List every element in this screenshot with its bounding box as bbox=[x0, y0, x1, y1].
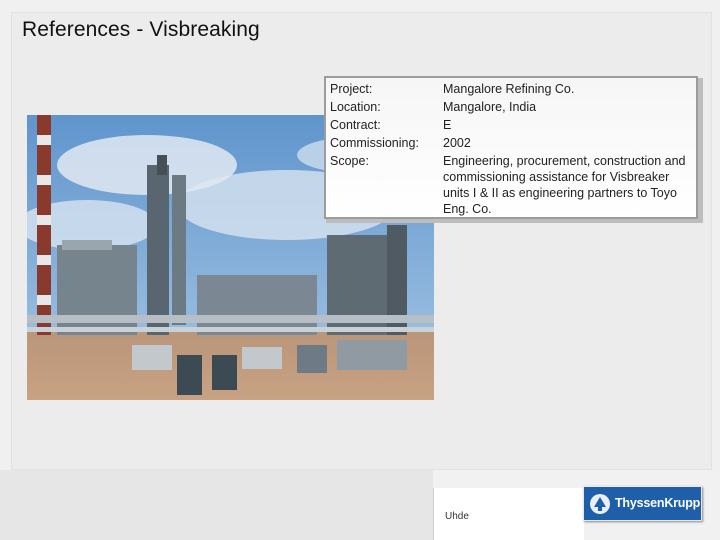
uhde-label: Uhde bbox=[445, 511, 469, 522]
footer-left-panel bbox=[0, 470, 433, 540]
value-commissioning: 2002 bbox=[443, 136, 471, 150]
thyssenkrupp-emblem-icon bbox=[590, 494, 610, 514]
thyssenkrupp-logo: ThyssenKrupp bbox=[583, 486, 702, 521]
value-scope: Engineering, procurement, construction a… bbox=[443, 154, 686, 216]
slide-title: References - Visbreaking bbox=[22, 18, 260, 41]
label-scope: Scope: bbox=[330, 154, 369, 168]
label-contract: Contract: bbox=[330, 118, 381, 132]
logo-text: ThyssenKrupp bbox=[615, 496, 701, 510]
value-contract: E bbox=[443, 118, 452, 132]
label-commissioning: Commissioning: bbox=[330, 136, 419, 150]
value-project: Mangalore Refining Co. bbox=[443, 82, 575, 96]
value-location: Mangalore, India bbox=[443, 100, 537, 114]
label-project: Project: bbox=[330, 82, 373, 96]
project-info-box: Project: Mangalore Refining Co. Location… bbox=[324, 76, 698, 219]
label-location: Location: bbox=[330, 100, 381, 114]
slide: References - Visbreaking Project: Mangal… bbox=[0, 0, 720, 540]
